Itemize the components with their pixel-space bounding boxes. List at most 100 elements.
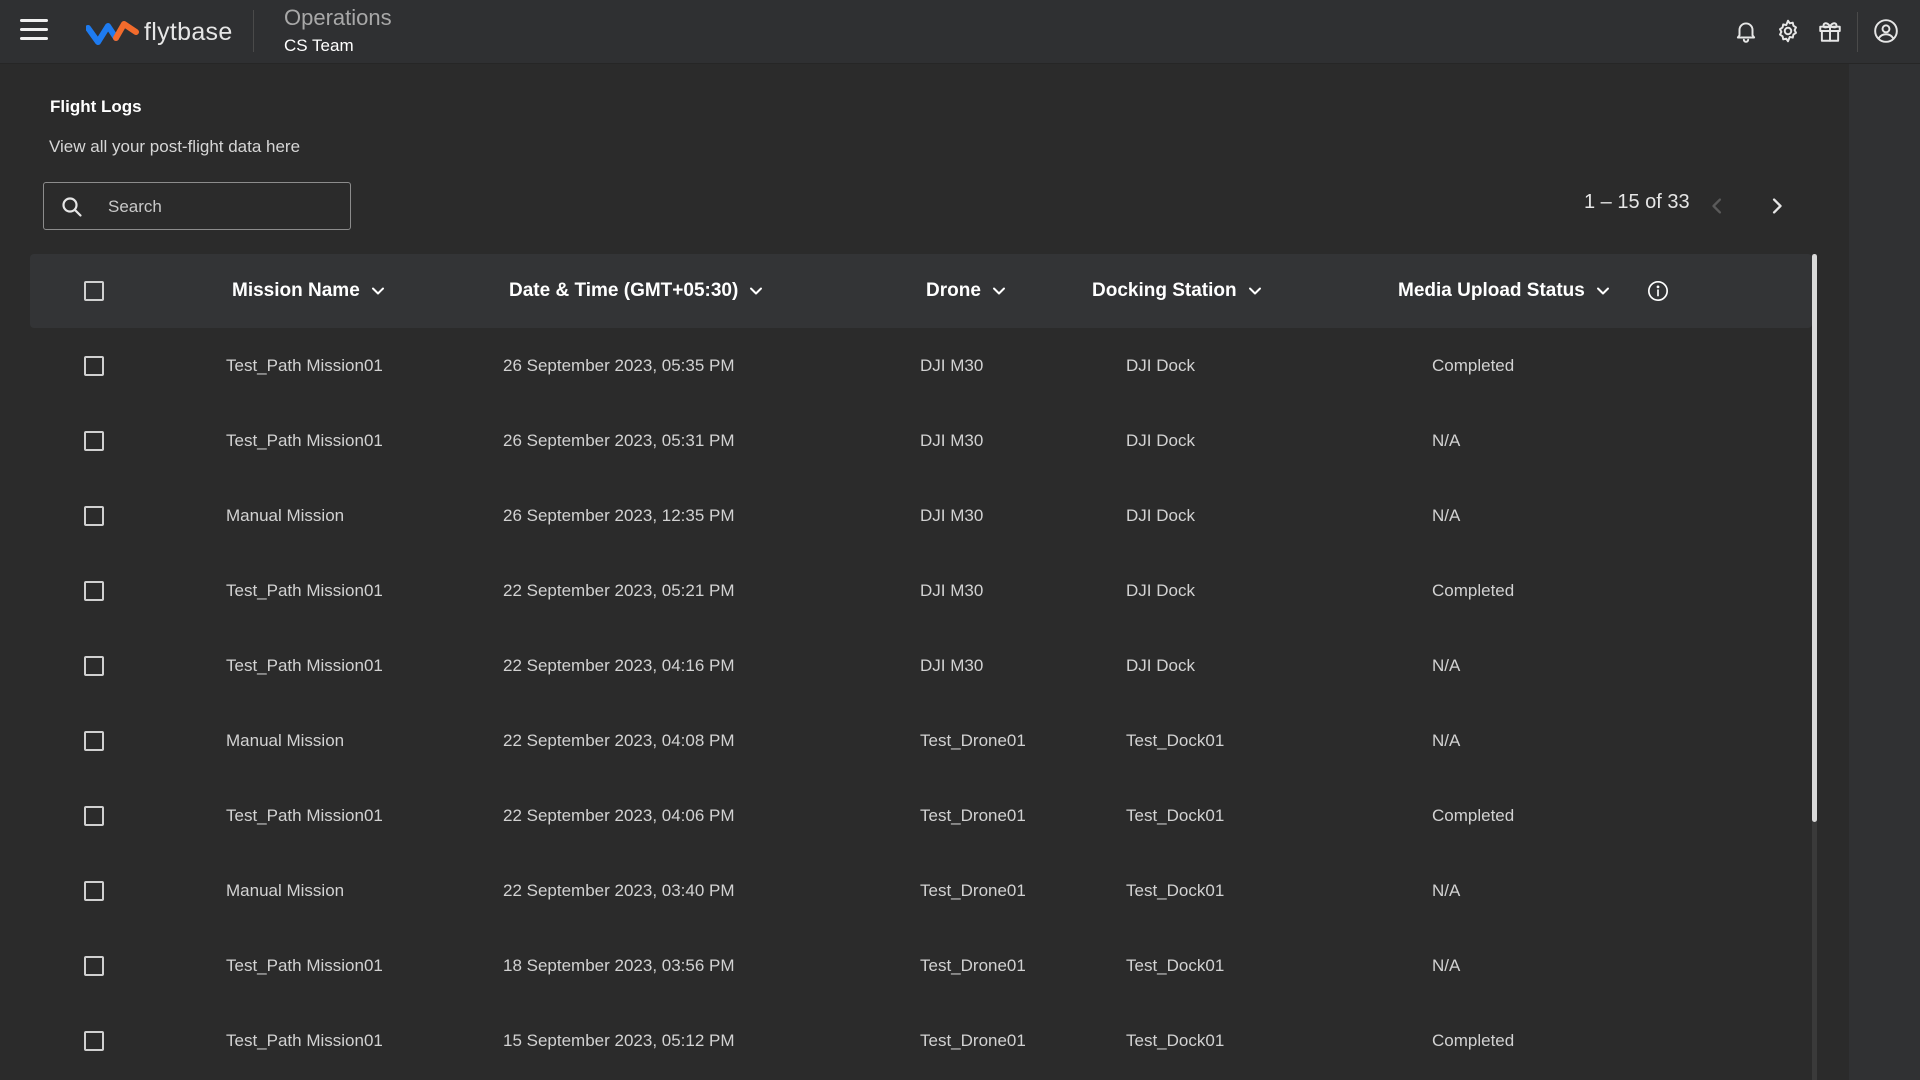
cell-date-time: 26 September 2023, 05:31 PM xyxy=(503,431,735,450)
cell-date-time: 15 September 2023, 05:12 PM xyxy=(503,1031,735,1050)
cell-mission-name: Test_Path Mission01 xyxy=(226,1031,383,1050)
cell-media-status: Completed xyxy=(1432,806,1515,825)
column-header-docking-station[interactable]: Docking Station xyxy=(1092,254,1265,328)
cell-date-time: 26 September 2023, 12:35 PM xyxy=(503,506,735,525)
column-header-media-upload-status[interactable]: Media Upload Status xyxy=(1398,254,1613,328)
cell-drone: DJI M30 xyxy=(920,356,984,375)
page-title: Flight Logs xyxy=(50,97,142,116)
column-header-date-time[interactable]: Date & Time (GMT+05:30) xyxy=(509,254,766,328)
chevron-down-icon xyxy=(371,287,384,295)
table-row[interactable]: Test_Path Mission01 22 September 2023, 0… xyxy=(30,553,1812,628)
table-header: Mission Name Date & Time (GMT+05:30) Dro… xyxy=(30,254,1812,328)
cell-drone: DJI M30 xyxy=(920,431,984,450)
row-checkbox[interactable] xyxy=(84,506,104,526)
page-subtitle: View all your post-flight data here xyxy=(49,137,301,156)
cell-mission-name: Manual Mission xyxy=(226,506,345,525)
cell-media-status: Completed xyxy=(1432,581,1515,600)
cell-docking-station: Test_Dock01 xyxy=(1126,956,1225,975)
table-row[interactable]: Test_Path Mission01 18 September 2023, 0… xyxy=(30,928,1812,1003)
cell-docking-station: Test_Dock01 xyxy=(1126,806,1225,825)
gear-icon[interactable] xyxy=(1775,18,1801,44)
row-checkbox[interactable] xyxy=(84,431,104,451)
chevron-down-icon xyxy=(750,287,763,295)
cell-media-status: N/A xyxy=(1432,956,1461,975)
row-checkbox[interactable] xyxy=(84,731,104,751)
table-row[interactable]: Test_Path Mission01 22 September 2023, 0… xyxy=(30,628,1812,703)
menu-icon[interactable] xyxy=(20,19,48,43)
cell-date-time: 22 September 2023, 05:21 PM xyxy=(503,581,735,600)
cell-docking-station: DJI Dock xyxy=(1126,581,1195,600)
chevron-down-icon xyxy=(992,287,1005,295)
cell-mission-name: Test_Path Mission01 xyxy=(226,806,383,825)
cell-drone: DJI M30 xyxy=(920,506,984,525)
column-header-drone[interactable]: Drone xyxy=(926,254,1009,328)
chevron-left-icon xyxy=(1712,198,1722,214)
cell-drone: Test_Drone01 xyxy=(920,806,1026,825)
scrollbar-thumb[interactable] xyxy=(1812,254,1817,822)
cell-media-status: Completed xyxy=(1432,356,1515,375)
cell-date-time: 26 September 2023, 05:35 PM xyxy=(503,356,735,375)
table-row[interactable]: Test_Path Mission01 15 September 2023, 0… xyxy=(30,1003,1812,1078)
select-all-checkbox[interactable] xyxy=(84,281,104,301)
column-header-mission-name[interactable]: Mission Name xyxy=(232,254,388,328)
column-label: Date & Time (GMT+05:30) xyxy=(509,280,739,301)
main-content: Flight Logs View all your post-flight da… xyxy=(0,64,1849,1080)
row-checkbox[interactable] xyxy=(84,806,104,826)
header-divider xyxy=(253,10,254,52)
cell-drone: DJI M30 xyxy=(920,581,984,600)
workspace-title[interactable]: Operations xyxy=(284,5,392,31)
cell-media-status: N/A xyxy=(1432,656,1461,675)
cell-drone: Test_Drone01 xyxy=(920,881,1026,900)
cell-mission-name: Test_Path Mission01 xyxy=(226,656,383,675)
cell-media-status: Completed xyxy=(1432,1031,1515,1050)
cell-date-time: 22 September 2023, 03:40 PM xyxy=(503,881,735,900)
prev-page-button[interactable] xyxy=(1703,192,1731,220)
column-label: Mission Name xyxy=(232,280,360,301)
table-row[interactable]: Manual Mission 22 September 2023, 03:40 … xyxy=(30,853,1812,928)
table-row[interactable]: Test_Path Mission01 26 September 2023, 0… xyxy=(30,403,1812,478)
cell-date-time: 22 September 2023, 04:08 PM xyxy=(503,731,735,750)
cell-docking-station: Test_Dock01 xyxy=(1126,1031,1225,1050)
cell-docking-station: DJI Dock xyxy=(1126,356,1195,375)
table-row[interactable]: Manual Mission 22 September 2023, 04:08 … xyxy=(30,703,1812,778)
brand-logo[interactable]: flytbase xyxy=(86,16,233,48)
cell-docking-station: DJI Dock xyxy=(1126,506,1195,525)
cell-media-status: N/A xyxy=(1432,431,1461,450)
table-row[interactable]: Test_Path Mission01 26 September 2023, 0… xyxy=(30,328,1812,403)
column-label: Drone xyxy=(926,280,981,301)
bell-icon[interactable] xyxy=(1733,18,1759,44)
top-bar: flytbase Operations CS Team xyxy=(0,0,1920,64)
cell-drone: Test_Drone01 xyxy=(920,956,1026,975)
next-page-button[interactable] xyxy=(1763,192,1791,220)
row-checkbox[interactable] xyxy=(84,581,104,601)
row-checkbox[interactable] xyxy=(84,956,104,976)
brand-name: flytbase xyxy=(144,17,233,46)
right-rail xyxy=(1849,64,1920,1080)
info-icon[interactable] xyxy=(1647,280,1669,302)
cell-date-time: 18 September 2023, 03:56 PM xyxy=(503,956,735,975)
account-icon[interactable] xyxy=(1873,18,1899,44)
row-checkbox[interactable] xyxy=(84,356,104,376)
table-row[interactable]: Test_Path Mission01 22 September 2023, 0… xyxy=(30,778,1812,853)
pagination-range: 1 – 15 of 33 xyxy=(1584,191,1690,213)
row-checkbox[interactable] xyxy=(84,656,104,676)
cell-date-time: 22 September 2023, 04:16 PM xyxy=(503,656,735,675)
workspace-team[interactable]: CS Team xyxy=(284,36,354,56)
table-row[interactable]: Manual Mission 26 September 2023, 12:35 … xyxy=(30,478,1812,553)
row-checkbox[interactable] xyxy=(84,1031,104,1051)
flight-logs-table: Mission Name Date & Time (GMT+05:30) Dro… xyxy=(30,254,1812,1080)
cell-mission-name: Manual Mission xyxy=(226,731,345,750)
search-input[interactable] xyxy=(106,183,346,231)
cell-media-status: N/A xyxy=(1432,506,1461,525)
cell-date-time: 22 September 2023, 04:06 PM xyxy=(503,806,735,825)
chevron-down-icon xyxy=(1248,287,1261,295)
header-divider-right xyxy=(1857,12,1858,52)
search-box[interactable] xyxy=(43,182,351,231)
cell-drone: DJI M30 xyxy=(920,656,984,675)
column-label: Media Upload Status xyxy=(1398,280,1585,301)
cell-mission-name: Test_Path Mission01 xyxy=(226,356,383,375)
gift-icon[interactable] xyxy=(1817,18,1843,44)
row-checkbox[interactable] xyxy=(84,881,104,901)
cell-drone: Test_Drone01 xyxy=(920,1031,1026,1050)
chevron-down-icon xyxy=(1596,287,1609,295)
